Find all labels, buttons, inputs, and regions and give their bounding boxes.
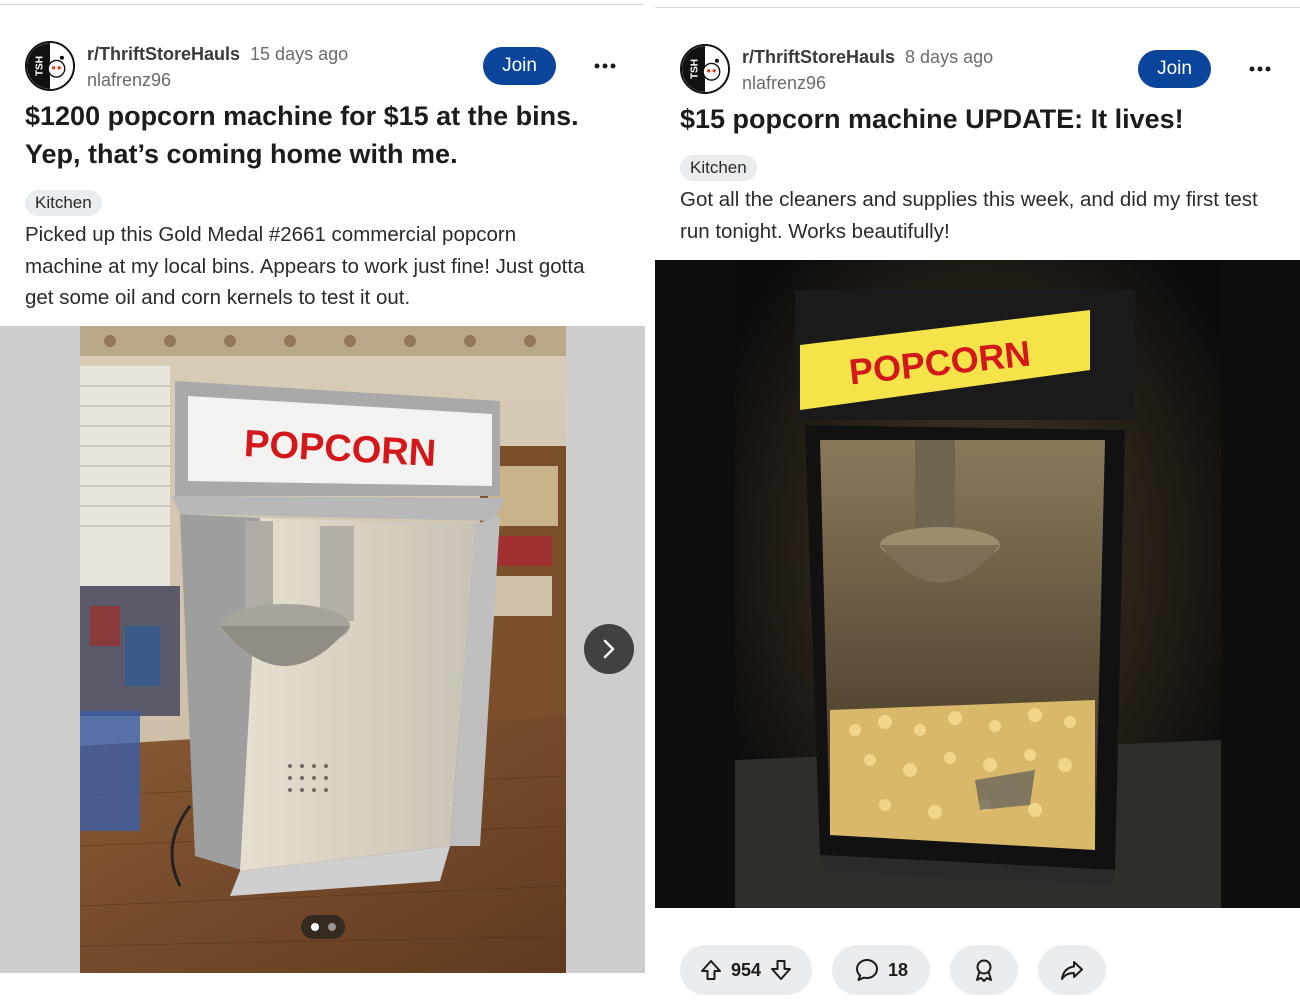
post-card-original: TSH r/ThriftStoreHauls 15 days ago nlafre… bbox=[0, 0, 645, 1000]
vote-count: 954 bbox=[730, 959, 762, 980]
divider bbox=[0, 4, 645, 5]
downvote-icon[interactable] bbox=[769, 958, 793, 982]
post-title[interactable]: $1200 popcorn machine for $15 at the bin… bbox=[25, 97, 605, 173]
avatar-text: TSH bbox=[35, 56, 46, 76]
vote-control: 954 bbox=[680, 945, 812, 995]
gallery-indicator bbox=[301, 915, 345, 939]
chevron-right-icon bbox=[600, 638, 618, 660]
subreddit-link[interactable]: r/ThriftStoreHauls bbox=[742, 47, 895, 67]
post-image-gallery[interactable]: POPCORN bbox=[0, 326, 645, 973]
more-options-button[interactable] bbox=[1242, 54, 1278, 84]
comment-count: 18 bbox=[887, 959, 909, 980]
post-actions: 954 18 bbox=[680, 945, 1280, 995]
post-meta: r/ThriftStoreHauls 8 days ago nlafrenz96 bbox=[742, 45, 993, 95]
share-button[interactable] bbox=[1038, 945, 1106, 995]
post-card-update: TSH r/ThriftStoreHauls 8 days ago nlafren… bbox=[655, 0, 1300, 1000]
post-meta: r/ThriftStoreHauls 15 days ago nlafrenz96 bbox=[87, 42, 348, 92]
award-button[interactable] bbox=[950, 945, 1018, 995]
post-header: TSH r/ThriftStoreHauls 8 days ago nlafren… bbox=[680, 44, 1280, 96]
join-button[interactable]: Join bbox=[483, 47, 556, 85]
post-flair[interactable]: Kitchen bbox=[25, 190, 102, 216]
next-image-button[interactable] bbox=[584, 624, 634, 674]
post-separator bbox=[645, 0, 655, 1000]
join-button[interactable]: Join bbox=[1138, 50, 1211, 88]
more-icon bbox=[594, 63, 616, 69]
post-body: Picked up this Gold Medal #2661 commerci… bbox=[25, 223, 585, 309]
subreddit-avatar[interactable]: TSH bbox=[25, 41, 75, 91]
subreddit-avatar[interactable]: TSH bbox=[680, 44, 730, 94]
page: TSH r/ThriftStoreHauls 15 days ago nlafre… bbox=[0, 0, 1300, 1000]
post-header: TSH r/ThriftStoreHauls 15 days ago nlafre… bbox=[25, 41, 625, 93]
post-image[interactable]: POPCORN bbox=[655, 260, 1300, 908]
gallery-dot-2[interactable] bbox=[327, 923, 336, 931]
post-time: 8 days ago bbox=[905, 47, 994, 67]
subreddit-link[interactable]: r/ThriftStoreHauls bbox=[87, 44, 240, 64]
popcorn-machine-photo: POPCORN bbox=[80, 326, 566, 973]
gallery-dot-1[interactable] bbox=[310, 923, 319, 931]
divider bbox=[655, 7, 1300, 8]
share-icon bbox=[1059, 957, 1085, 983]
author-link[interactable]: nlafrenz96 bbox=[87, 68, 348, 92]
award-icon bbox=[971, 957, 997, 983]
author-link[interactable]: nlafrenz96 bbox=[742, 71, 993, 95]
upvote-icon[interactable] bbox=[699, 958, 723, 982]
post-title[interactable]: $15 popcorn machine UPDATE: It lives! bbox=[680, 100, 1260, 138]
comments-button[interactable]: 18 bbox=[832, 945, 930, 995]
popcorn-machine-lit-photo: POPCORN bbox=[735, 260, 1221, 908]
post-flair[interactable]: Kitchen bbox=[680, 155, 757, 181]
more-options-button[interactable] bbox=[587, 51, 623, 81]
post-time: 15 days ago bbox=[250, 44, 349, 64]
comment-icon bbox=[854, 957, 880, 983]
more-icon bbox=[1249, 66, 1271, 72]
post-body: Got all the cleaners and supplies this w… bbox=[680, 188, 1258, 243]
avatar-text: TSH bbox=[690, 59, 701, 79]
